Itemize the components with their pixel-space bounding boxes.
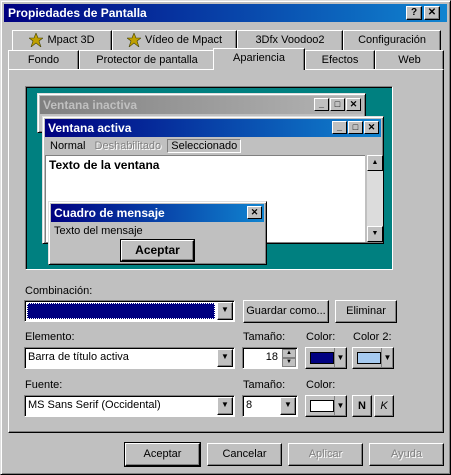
close-icon: ✕ bbox=[346, 98, 361, 111]
maximize-icon: □ bbox=[348, 121, 363, 134]
tab-fondo[interactable]: Fondo bbox=[8, 50, 79, 70]
tab-label: Mpact 3D bbox=[47, 34, 95, 46]
tab-web[interactable]: Web bbox=[375, 50, 444, 70]
help-button[interactable]: ? bbox=[406, 6, 422, 20]
preview-message-box: Cuadro de mensaje ✕ Texto del mensaje Ac… bbox=[48, 201, 267, 265]
tab-video-mpact[interactable]: Vídeo de Mpact bbox=[112, 30, 237, 50]
tab-label: Efectos bbox=[321, 54, 359, 66]
tab-protector-pantalla[interactable]: Protector de pantalla bbox=[79, 50, 215, 70]
minimize-icon: _ bbox=[332, 121, 347, 134]
cancelar-button[interactable]: Cancelar bbox=[207, 443, 282, 466]
ayuda-button[interactable]: Ayuda bbox=[369, 443, 444, 466]
maximize-icon: □ bbox=[330, 98, 345, 111]
active-title: Ventana activa bbox=[48, 121, 132, 135]
close-icon: ✕ bbox=[247, 206, 262, 219]
active-title-bar: Ventana activa _ □ ✕ bbox=[45, 119, 381, 137]
tab-label: Protector de pantalla bbox=[96, 54, 198, 66]
inactive-title: Ventana inactiva bbox=[43, 98, 138, 112]
tab-label: Fondo bbox=[27, 54, 60, 66]
msgbox-accept-button: Aceptar bbox=[120, 239, 195, 262]
tab-apariencia[interactable]: Apariencia bbox=[213, 48, 305, 70]
menu-disabled: Deshabilitado bbox=[94, 140, 162, 152]
menu-normal: Normal bbox=[50, 140, 86, 152]
minimize-icon: _ bbox=[314, 98, 329, 111]
close-icon: ✕ bbox=[427, 7, 437, 18]
inactive-title-bar: Ventana inactiva _ □ ✕ bbox=[40, 96, 363, 114]
tab-mpact-3d[interactable]: Mpact 3D bbox=[12, 30, 112, 50]
tab-label: Web bbox=[398, 54, 421, 66]
appearance-preview[interactable]: Ventana inactiva _ □ ✕ Ventana activa _ … bbox=[25, 86, 393, 270]
msgbox-title: Cuadro de mensaje bbox=[54, 206, 165, 220]
tab-configuracion[interactable]: Configuración bbox=[343, 30, 441, 50]
title-bar: Propiedades de Pantalla ? ✕ bbox=[4, 4, 447, 22]
aceptar-button[interactable]: Aceptar bbox=[124, 442, 201, 467]
tab-label: Configuración bbox=[358, 34, 426, 46]
window-title: Propiedades de Pantalla bbox=[8, 6, 147, 20]
scroll-up-icon: ▲ bbox=[367, 155, 383, 171]
tab-label: 3Dfx Voodoo2 bbox=[255, 34, 325, 46]
scroll-down-icon: ▼ bbox=[367, 226, 383, 242]
menu-selected: Seleccionado bbox=[167, 139, 242, 153]
close-button[interactable]: ✕ bbox=[424, 6, 440, 20]
mpact-icon bbox=[29, 33, 44, 48]
display-properties-window: Propiedades de Pantalla ? ✕ Mpact 3D Víd… bbox=[0, 0, 451, 475]
msgbox-title-bar: Cuadro de mensaje ✕ bbox=[51, 204, 264, 222]
tab-label: Apariencia bbox=[233, 52, 285, 64]
aplicar-button[interactable]: Aplicar bbox=[288, 443, 363, 466]
window-text: Texto de la ventana bbox=[49, 158, 160, 172]
close-icon: ✕ bbox=[364, 121, 379, 134]
preview-menu-bar: Normal Deshabilitado Seleccionado bbox=[47, 138, 242, 155]
tab-label: Vídeo de Mpact bbox=[144, 34, 223, 46]
preview-scrollbar: ▲ ▼ bbox=[367, 155, 383, 242]
msgbox-text: Texto del mensaje bbox=[54, 225, 143, 237]
mpact-icon bbox=[126, 33, 141, 48]
tab-efectos[interactable]: Efectos bbox=[305, 50, 375, 70]
tab-3dfx-voodoo2[interactable]: 3Dfx Voodoo2 bbox=[237, 30, 343, 50]
